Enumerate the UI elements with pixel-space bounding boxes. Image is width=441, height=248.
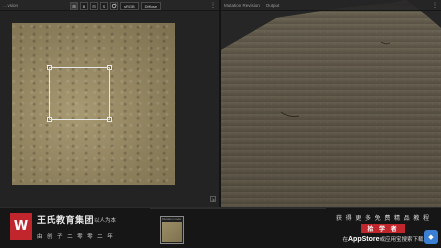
texture-editor-panel: …vsion ⊞ B ⊟ S sRGB Diffuse ⋮ ⇲ [0, 0, 219, 207]
brand-name: 王氏教育集团 [37, 215, 95, 225]
promo-headline: 获 得 更 多 免 费 精 品 教 程 [335, 216, 430, 222]
brand-founded: 由 创 子 二 零 零 二 年 [37, 234, 115, 240]
soil-texture-preview[interactable] [12, 23, 175, 185]
resize-corner-icon[interactable]: ⇲ [210, 196, 216, 202]
toolbar-button-3[interactable]: ⊟ [90, 2, 98, 10]
channel-select[interactable]: sRGB [120, 2, 139, 10]
view-select[interactable]: Diffuse [140, 2, 162, 10]
viewport-more-icon[interactable]: ⋮ [432, 2, 438, 9]
timeline-track [150, 208, 326, 209]
tab-output[interactable]: Output [263, 3, 283, 8]
crop-selection-box[interactable] [47, 65, 112, 122]
crop-handle-top-left[interactable] [47, 65, 52, 70]
texture-toolbar: ⊞ B ⊟ S sRGB Diffuse [70, 1, 162, 11]
thumbnail-label: Mutation node [162, 217, 182, 221]
refresh-icon[interactable] [110, 2, 118, 10]
brand-logo: W [10, 213, 32, 240]
brand-slogan: 以人为本 [94, 218, 117, 224]
crop-handle-bottom-left[interactable] [47, 117, 52, 122]
crop-handle-top-right[interactable] [107, 65, 112, 70]
tab-mutation-revision[interactable]: Mutation Revision [221, 3, 263, 8]
more-menu-icon[interactable]: ⋮ [210, 2, 216, 9]
promo-appstore: AppStore [348, 236, 380, 243]
promo-badge: 拾 学 者 [361, 224, 405, 233]
thumbnail-image [162, 222, 182, 242]
crop-handle-bottom-right[interactable] [107, 117, 112, 122]
terrain-render[interactable] [221, 0, 441, 207]
3d-viewport-panel: Mutation Revision Output ⋮ [221, 0, 441, 207]
node-thumbnail[interactable]: Mutation node [160, 216, 184, 244]
promo-watermark: 获 得 更 多 免 费 精 品 教 程 拾 学 者 在AppStore或应用宝搜… [329, 213, 437, 243]
right-tabbar: Mutation Revision Output [221, 0, 441, 11]
tab-left-view[interactable]: …vsion [0, 3, 21, 8]
promo-download-text: 在AppStore或应用宝搜索下载 [329, 235, 437, 243]
promo-suffix: 或应用宝搜索下载 [379, 237, 424, 243]
app-icon: ◆ [424, 230, 438, 244]
toolbar-button-4[interactable]: S [100, 2, 108, 10]
toolbar-button-1[interactable]: ⊞ [70, 2, 78, 10]
toolbar-button-2[interactable]: B [80, 2, 88, 10]
